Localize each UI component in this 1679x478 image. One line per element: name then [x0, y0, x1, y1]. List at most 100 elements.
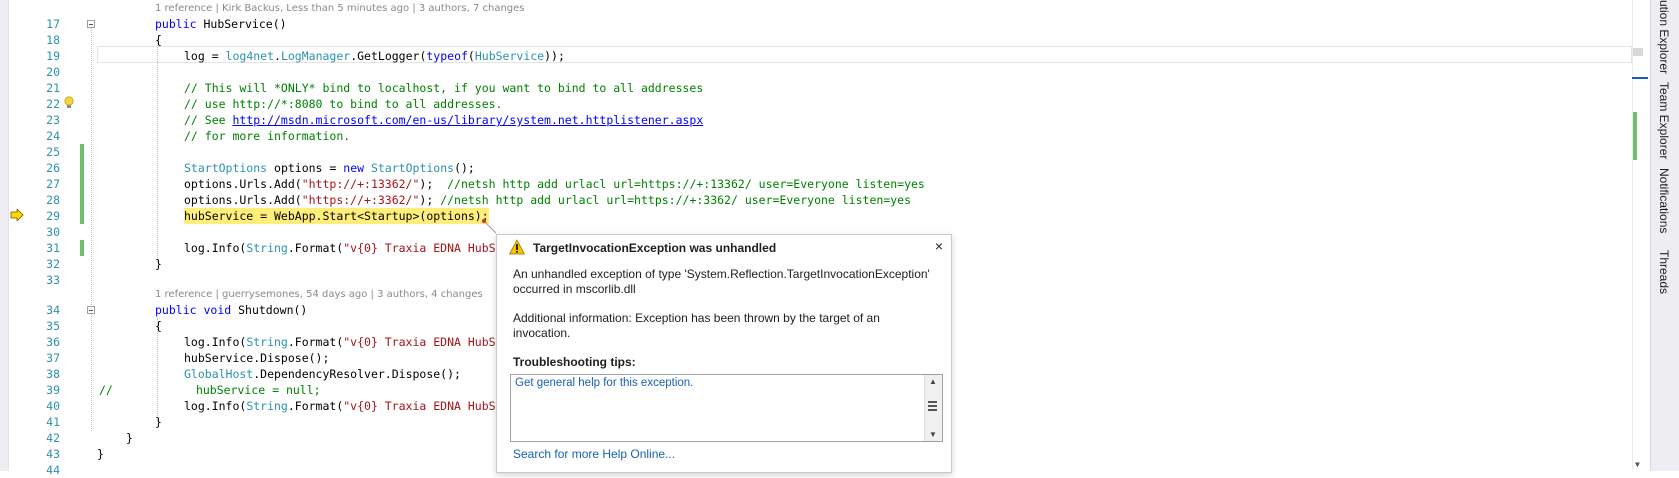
code-text: {: [155, 33, 162, 47]
line-number: 20: [46, 65, 60, 79]
line-number: 43: [46, 447, 60, 461]
line-number: 32: [46, 257, 60, 271]
current-statement: hubService = WebApp.Start<Startup>(optio…: [184, 208, 489, 224]
exception-title: TargetInvocationException was unhandled: [533, 241, 777, 255]
change-marker: [80, 144, 84, 160]
execution-pointer-icon[interactable]: [10, 209, 24, 221]
code-line-19: 19 log = log4net.LogManager.GetLogger(ty…: [0, 48, 1632, 108]
code-line-20: 20: [0, 64, 1632, 80]
type-name: LogManager: [280, 49, 351, 63]
troubleshooting-tips-list[interactable]: Get general help for this exception. ▲ ▼: [510, 374, 943, 442]
close-button[interactable]: ×: [935, 238, 943, 254]
type-name: StartOptions: [370, 161, 455, 175]
identifier: .GetLogger(: [350, 49, 427, 63]
line-number: 27: [46, 177, 60, 191]
code-line-24: 24 // for more information.: [0, 128, 1632, 144]
identifier: options.Urls.Add(: [184, 193, 302, 207]
line-number: 42: [46, 431, 60, 445]
code-line-17: 17 public HubService(): [0, 16, 1632, 32]
type-name: StartOptions: [184, 161, 268, 175]
code-text: log.Info(String.Format("v{0} Traxia EDNA…: [184, 240, 503, 256]
type-name: String: [246, 335, 288, 349]
scroll-down-icon[interactable]: ▼: [928, 430, 938, 439]
code-text: }: [155, 415, 162, 429]
comment: // hubService = null;: [99, 382, 321, 398]
code-lens-shutdown[interactable]: 1 reference | guerrysemones, 54 days ago…: [155, 287, 483, 303]
identifier: Shutdown(): [231, 303, 308, 317]
code-text: }: [97, 447, 104, 461]
tab-notifications[interactable]: Notifications: [1657, 168, 1671, 233]
identifier: .Format(: [287, 335, 344, 349]
identifier: log.Info(: [184, 399, 247, 413]
code-text: }: [126, 431, 133, 445]
code-text: GlobalHost.DependencyResolver.Dispose();: [184, 366, 461, 382]
change-marker: [80, 176, 84, 192]
identifier: options =: [267, 161, 344, 175]
editor-vertical-scrollbar[interactable]: [1632, 0, 1645, 471]
comment: //netsh http add urlacl url=https://+:13…: [433, 177, 925, 191]
line-number: 29: [46, 209, 60, 223]
code-text: log.Info(String.Format("v{0} Traxia EDNA…: [184, 334, 503, 350]
comment: // This will *ONLY* bind to localhost, i…: [184, 81, 704, 95]
keyword: public: [155, 17, 197, 31]
general-help-link[interactable]: Get general help for this exception.: [515, 377, 693, 389]
punct: ));: [544, 49, 565, 63]
line-number: 17: [46, 17, 60, 31]
tab-threads[interactable]: Threads: [1657, 250, 1671, 294]
type-name: HubService: [474, 49, 545, 63]
keyword: new: [343, 161, 365, 175]
line-number: 40: [46, 399, 60, 413]
comment: // for more information.: [184, 129, 351, 143]
code-text: }: [155, 257, 162, 271]
comment: // See: [184, 113, 233, 127]
code-text: // See http://msdn.microsoft.com/en-us/l…: [184, 112, 703, 128]
type-name: log4net: [225, 49, 275, 63]
code-line-26: 26 StartOptions options = new StartOptio…: [0, 160, 1632, 176]
tab-solution-explorer[interactable]: ution Explorer: [1657, 0, 1671, 74]
identifier: log.Info(: [184, 335, 247, 349]
search-help-online-link[interactable]: Search for more Help Online...: [513, 447, 675, 461]
change-marker: [80, 192, 84, 208]
exception-helper-popup[interactable]: TargetInvocationException was unhandled …: [496, 234, 952, 473]
code-text: options.Urls.Add("http://+:13362/"); //n…: [184, 176, 925, 192]
type-name: String: [246, 399, 288, 413]
scroll-down-arrow-icon[interactable]: ▼: [1635, 460, 1640, 469]
keyword: void: [203, 303, 232, 317]
code-line-27: 27 options.Urls.Add("http://+:13362/"); …: [0, 176, 1632, 192]
punct: .: [274, 49, 281, 63]
identifier: .Format(: [287, 241, 344, 255]
string-literal: "https://+:3362/": [301, 193, 420, 207]
tab-team-explorer[interactable]: Team Explorer: [1657, 82, 1671, 159]
scrollbar-marker: [1633, 48, 1643, 56]
collapse-toggle[interactable]: [87, 20, 95, 28]
line-number: 28: [46, 193, 60, 207]
scroll-thumb[interactable]: [928, 399, 937, 417]
code-lens-hubservice[interactable]: 1 reference | Kirk Backus, Less than 5 m…: [155, 1, 525, 17]
change-marker: [80, 160, 84, 176]
collapse-toggle[interactable]: [87, 306, 95, 314]
code-line-25: 25: [0, 144, 1632, 160]
change-marker: [80, 240, 84, 256]
msdn-link[interactable]: http://msdn.microsoft.com/en-us/library/…: [232, 113, 703, 127]
tips-scrollbar[interactable]: ▲ ▼: [924, 375, 942, 441]
code-line-21: 21 // This will *ONLY* bind to localhost…: [0, 80, 1632, 96]
code-line-18: 18 {: [0, 32, 1632, 48]
string-literal: "v{0} Traxia EDNA HubSe: [343, 241, 503, 255]
line-number: 34: [46, 303, 60, 317]
scrollbar-change-marker: [1633, 112, 1637, 160]
line-number: 25: [46, 145, 60, 159]
line-number: 39: [46, 383, 60, 397]
line-number: 33: [46, 273, 60, 287]
code-text: public HubService(): [155, 16, 287, 32]
identifier: HubService(): [196, 17, 287, 31]
scroll-up-icon[interactable]: ▲: [928, 377, 938, 386]
type-name: GlobalHost: [184, 367, 254, 381]
line-number: 36: [46, 335, 60, 349]
exception-message: An unhandled exception of type 'System.R…: [513, 267, 930, 296]
line-number: 35: [46, 319, 60, 333]
code-text: public void Shutdown(): [155, 302, 307, 318]
popup-pointer-icon: [482, 219, 497, 234]
code-text: hubService.Dispose();: [184, 351, 330, 365]
code-text: log.Info(String.Format("v{0} Traxia EDNA…: [184, 398, 503, 414]
code-line-29: 29 hubService = WebApp.Start<Startup>(op…: [0, 208, 1632, 224]
